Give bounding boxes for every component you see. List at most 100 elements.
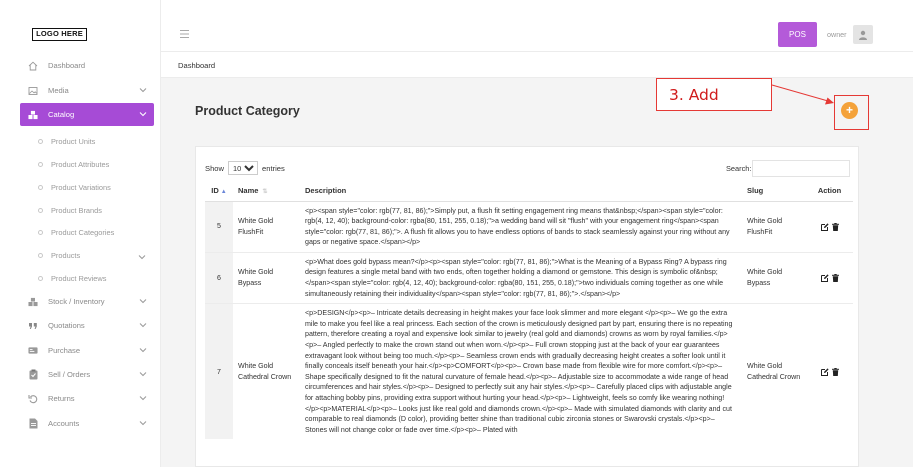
pos-button[interactable]: POS [778, 22, 817, 47]
sidebar-subitem-label: Product Units [51, 137, 96, 146]
delete-icon[interactable] [831, 222, 839, 231]
chevron-down-icon [139, 299, 147, 304]
column-header-name[interactable]: Name ⇅ [233, 181, 300, 202]
column-header-id[interactable]: ID ▲ [205, 181, 233, 202]
sidebar-item-sell-orders[interactable]: Sell / Orders [20, 363, 154, 386]
chevron-down-icon [139, 372, 147, 377]
cell-description: <p>DESIGN</p><p>– Intricate details decr… [300, 303, 742, 440]
table-row: 5 White Gold FlushFit <p><span style="co… [205, 200, 853, 253]
sidebar-item-label: Media [48, 86, 69, 95]
cell-name: White Gold Cathedral Crown [233, 303, 300, 440]
stock-icon [28, 297, 38, 307]
chevron-down-icon [139, 421, 147, 426]
quote-icon [28, 321, 38, 331]
sidebar-item-catalog[interactable]: Catalog [20, 103, 154, 126]
cell-id: 5 [205, 200, 233, 253]
clipboard-icon [28, 369, 38, 380]
sidebar-subitem-product-units[interactable]: Product Units [38, 137, 153, 146]
sidebar-subitem-label: Product Variations [51, 183, 111, 192]
edit-icon[interactable] [820, 223, 829, 231]
search-control: Search: [726, 160, 851, 177]
chevron-down-icon [139, 323, 147, 328]
main-content: Product Category 3. Add + Show 10 entrie… [161, 78, 913, 467]
sidebar-subitem-product-reviews[interactable]: Product Reviews [38, 274, 153, 283]
sidebar-subitem-product-attributes[interactable]: Product Attributes [38, 160, 153, 169]
cell-action [806, 200, 853, 253]
logo: LOGO HERE [32, 28, 87, 41]
topbar: POS owner [161, 0, 913, 52]
sidebar-item-label: Accounts [48, 419, 80, 428]
sidebar-item-quotations[interactable]: Quotations [20, 314, 154, 337]
edit-icon[interactable] [820, 274, 829, 283]
sidebar-item-label: Returns [48, 394, 75, 403]
entries-select[interactable]: 10 [228, 161, 258, 175]
sidebar-item-stock[interactable]: Stock / Inventory [20, 290, 154, 313]
chevron-down-icon [139, 396, 147, 401]
circle-icon [38, 139, 43, 144]
cell-name: White Gold Bypass [233, 251, 300, 304]
cell-action [806, 303, 853, 440]
sidebar-subitem-label: Product Reviews [51, 274, 107, 283]
delete-icon[interactable] [831, 274, 839, 283]
plus-icon: + [845, 103, 853, 117]
user-icon [859, 30, 867, 40]
table-row: 7 White Gold Cathedral Crown <p>DESIGN</… [205, 303, 853, 440]
cell-name: White Gold FlushFit [233, 200, 300, 253]
circle-icon [38, 185, 43, 190]
app-root: LOGO HERE Dashboard Media Catalog Produc… [0, 0, 913, 467]
page-title: Product Category [195, 104, 300, 118]
entries-control: Show 10 entries [205, 161, 285, 175]
chevron-down-icon [138, 255, 146, 260]
table-header-row: ID ▲ Name ⇅ Description Slug Action [205, 181, 853, 202]
sidebar-item-label: Catalog [48, 110, 75, 119]
sidebar: LOGO HERE Dashboard Media Catalog Produc… [0, 0, 161, 467]
cell-action [806, 251, 853, 304]
sidebar-subitem-label: Product Categories [51, 228, 115, 237]
sort-asc-icon: ▲ [220, 189, 227, 196]
entries-label: entries [262, 163, 285, 173]
purchase-icon [28, 346, 38, 356]
image-icon [28, 86, 38, 96]
sidebar-subitem-product-variations[interactable]: Product Variations [38, 183, 153, 192]
cell-slug: White Gold Bypass [742, 251, 806, 304]
search-input[interactable] [752, 160, 851, 177]
sidebar-item-label: Stock / Inventory [48, 297, 105, 306]
hamburger-menu-icon[interactable] [180, 30, 189, 38]
breadcrumb: Dashboard [161, 52, 913, 78]
user-name[interactable]: owner [827, 30, 847, 39]
circle-icon [38, 230, 43, 235]
sidebar-subitem-product-categories[interactable]: Product Categories [38, 228, 153, 237]
sidebar-item-dashboard[interactable]: Dashboard [20, 54, 154, 77]
circle-icon [38, 276, 43, 281]
column-header-slug[interactable]: Slug [742, 181, 806, 202]
sidebar-subitem-label: Products [51, 251, 81, 260]
chevron-down-icon [139, 112, 147, 117]
column-header-description[interactable]: Description [300, 181, 742, 202]
add-category-button[interactable]: + [841, 102, 858, 119]
cell-id: 6 [205, 251, 233, 304]
cell-description: <p>What does gold bypass mean?</p><p><sp… [300, 251, 742, 304]
circle-icon [38, 162, 43, 167]
sidebar-item-purchase[interactable]: Purchase [20, 339, 154, 362]
sidebar-item-media[interactable]: Media [20, 79, 154, 102]
sidebar-subitem-product-brands[interactable]: Product Brands [38, 206, 153, 215]
chevron-down-icon [139, 348, 147, 353]
sidebar-item-label: Quotations [48, 321, 85, 330]
delete-icon[interactable] [831, 367, 839, 376]
cell-slug: White Gold Cathedral Crown [742, 303, 806, 440]
home-icon [28, 61, 38, 71]
document-icon [28, 418, 38, 429]
sidebar-item-label: Sell / Orders [48, 370, 91, 379]
sidebar-subitem-products[interactable]: Products [38, 251, 153, 260]
sort-icon: ⇅ [262, 189, 268, 196]
sidebar-subitem-label: Product Brands [51, 206, 102, 215]
sidebar-item-accounts[interactable]: Accounts [20, 412, 154, 435]
avatar[interactable] [853, 25, 873, 44]
search-label: Search: [726, 164, 752, 173]
sidebar-item-returns[interactable]: Returns [20, 387, 154, 410]
cell-slug: White Gold FlushFit [742, 200, 806, 253]
sidebar-item-label: Dashboard [48, 61, 86, 70]
circle-icon [38, 208, 43, 213]
edit-icon[interactable] [820, 368, 829, 376]
breadcrumb-dashboard[interactable]: Dashboard [178, 61, 215, 70]
